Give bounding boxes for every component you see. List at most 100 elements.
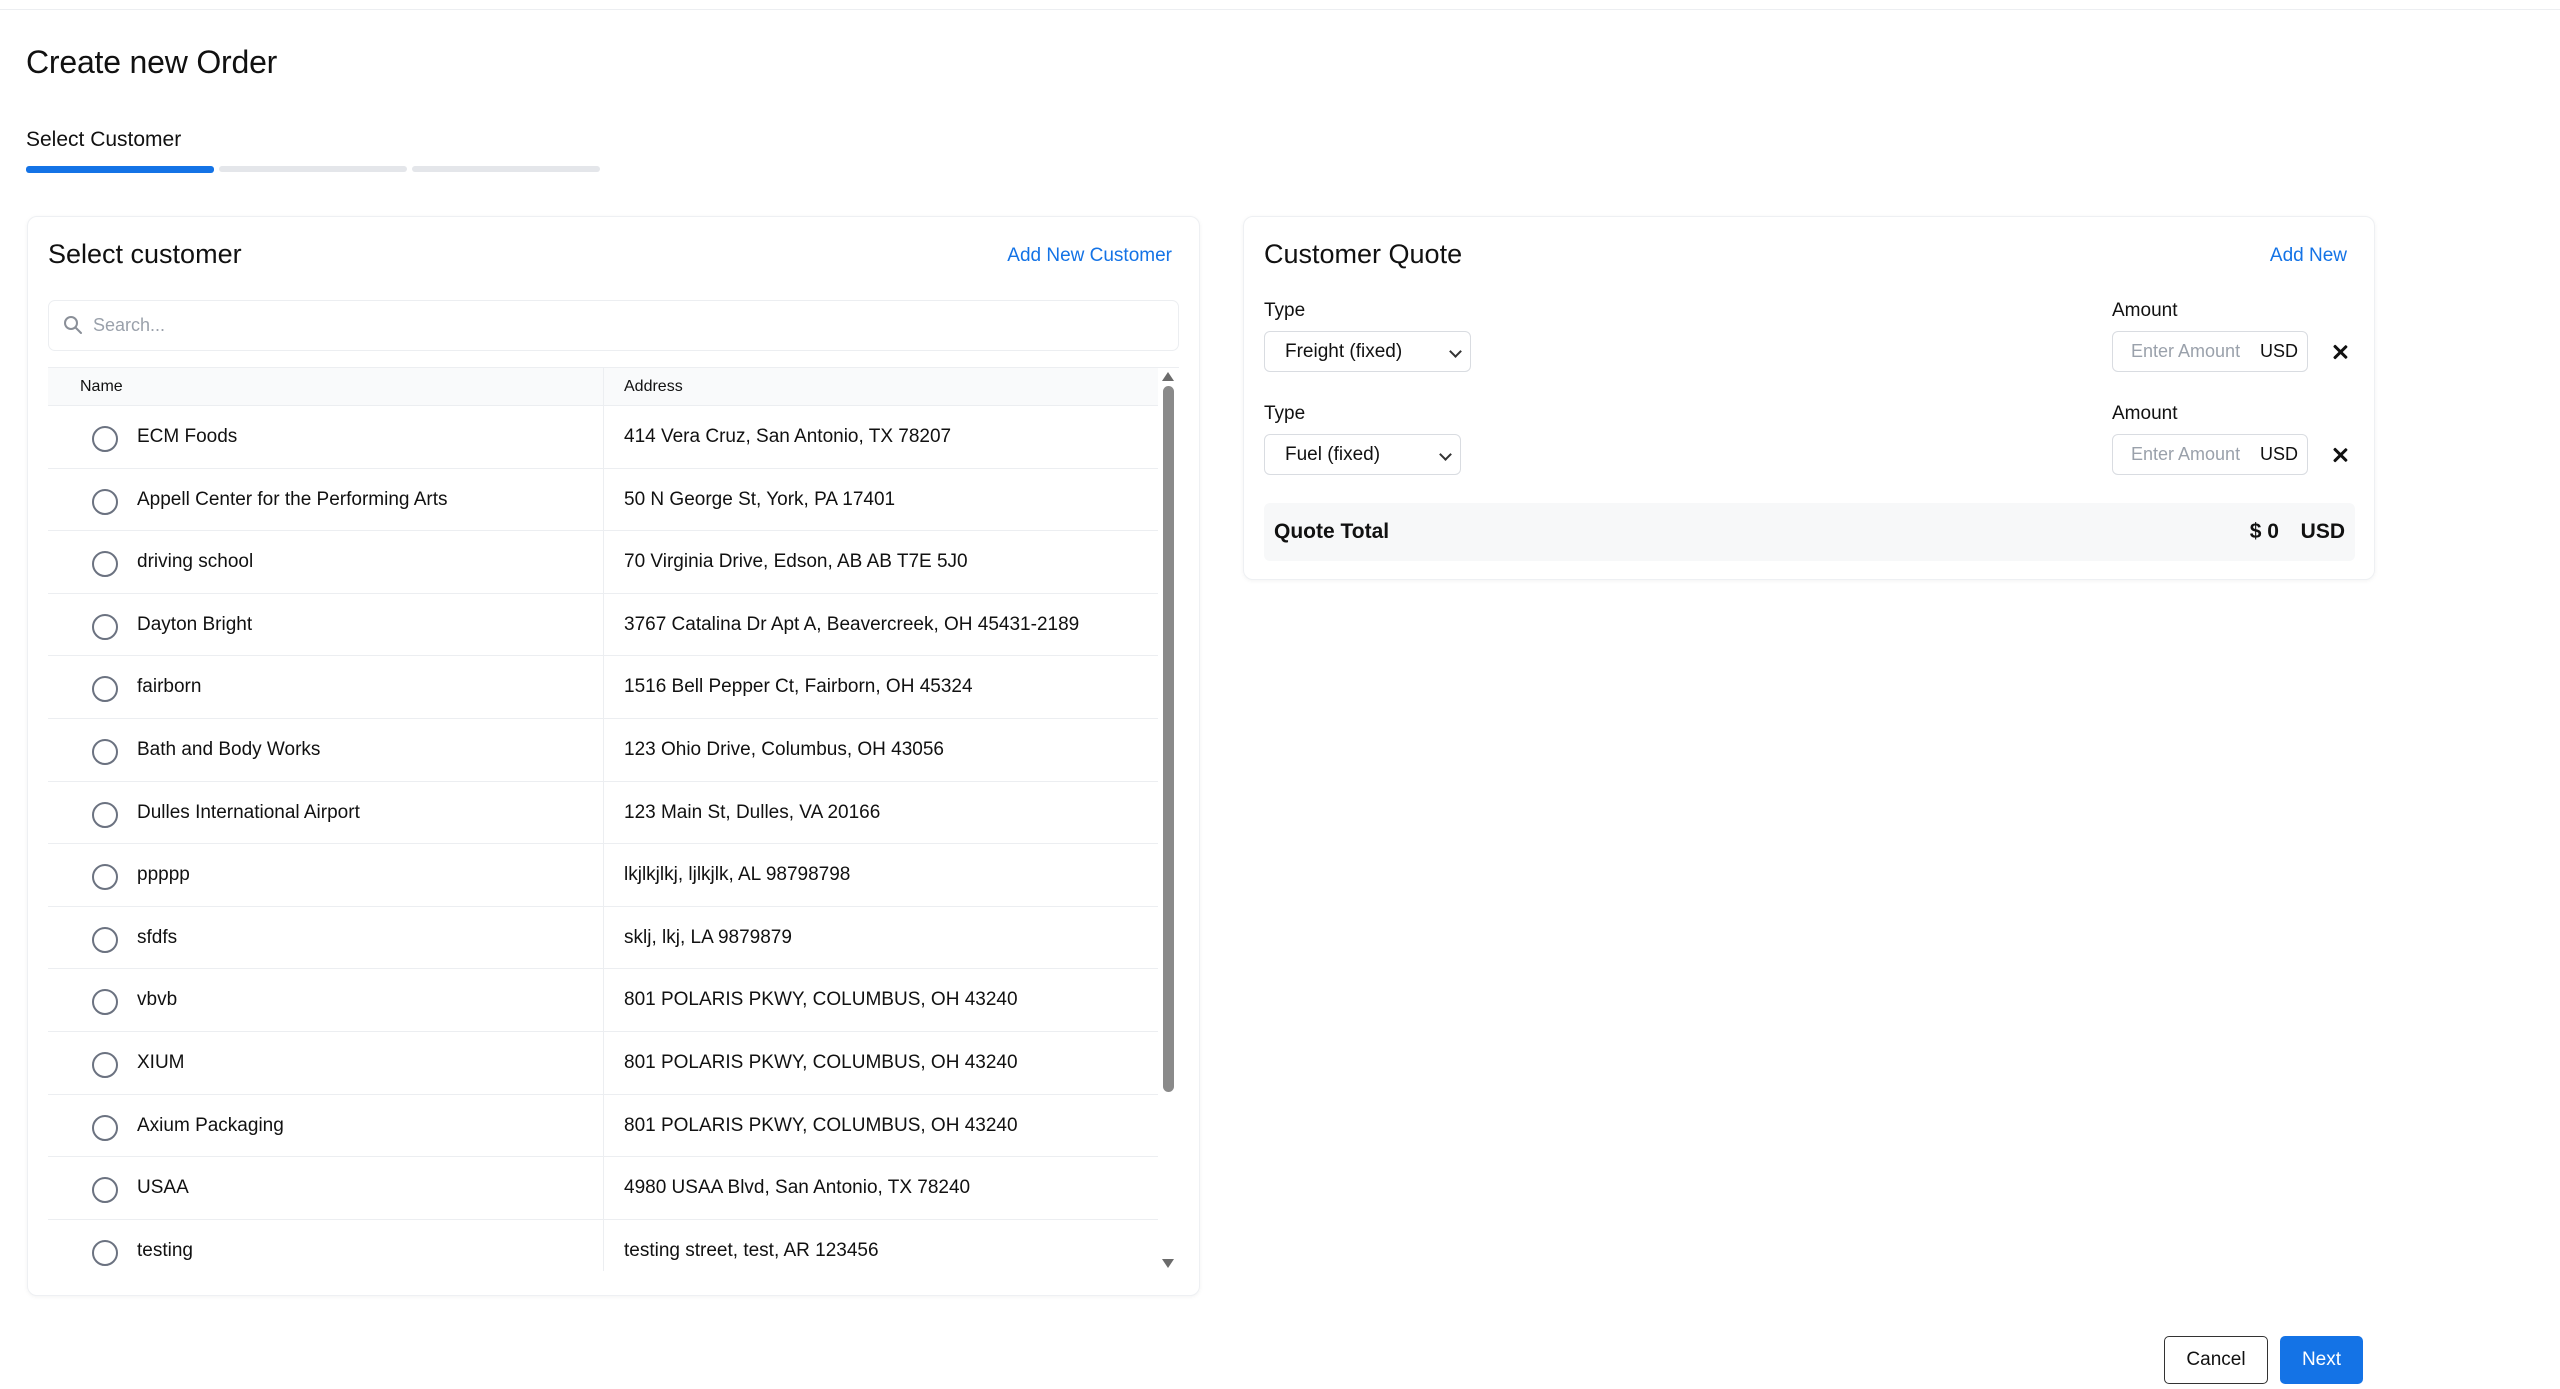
select-customer-radio[interactable] [92,864,118,891]
amount-input[interactable] [2114,436,2252,473]
remove-line-close-icon[interactable] [2329,444,2351,466]
type-label: Type [1264,403,1306,424]
type-select[interactable]: Fuel (fixed) [1264,434,1461,475]
customer-name: driving school [137,551,254,573]
add-new-quote-line-link[interactable]: Add New [2270,245,2347,267]
select-customer-radio[interactable] [92,551,118,578]
customer-name: Appell Center for the Performing Arts [137,488,448,510]
customer-panel: Select customer Add New Customer Name Ad… [27,216,1200,1296]
step-2-bar [219,166,407,172]
select-customer-radio[interactable] [92,488,118,515]
top-border [0,0,2560,10]
customer-name: fairborn [137,676,202,698]
table-row[interactable]: driving school 70 Virginia Drive, Edson, … [48,531,1158,594]
select-customer-radio[interactable] [92,676,118,703]
chevron-down-icon [1449,345,1462,358]
customer-name: USAA [137,1177,189,1199]
table-row[interactable]: Bath and Body Works 123 Ohio Drive, Colum… [48,719,1158,782]
quote-total-amount: $ 0 [2249,520,2279,543]
table-row[interactable]: ECM Foods 414 Vera Cruz, San Antonio, TX … [48,406,1158,469]
customer-name: XIUM [137,1051,185,1073]
amount-field: USD [2112,331,2308,372]
customer-name: sfdfs [137,926,178,948]
search-box [48,300,1179,351]
select-customer-radio[interactable] [92,1177,118,1204]
table-row[interactable]: Appell Center for the Performing Arts 50 … [48,469,1158,532]
table-row[interactable]: testing testing street, test, AR 123456 [48,1220,1158,1271]
select-customer-radio[interactable] [92,926,118,953]
step-1-bar [26,166,214,173]
amount-input[interactable] [2114,333,2252,370]
stepper: Select Customer [26,128,600,173]
step-label: Select Customer [26,128,182,151]
customer-address: 801 POLARIS PKWY, COLUMBUS, OH 43240 [624,989,1018,1011]
column-header-name[interactable]: Name [80,368,123,406]
scroll-up-arrow-icon[interactable] [1162,372,1174,381]
select-customer-radio[interactable] [92,989,118,1016]
column-header-address[interactable]: Address [624,368,683,406]
select-customer-radio[interactable] [92,1239,118,1266]
customer-address: 123 Main St, Dulles, VA 20166 [624,801,881,823]
customer-address: lkjlkjlkj, ljlkjlk, AL 98798798 [624,864,851,886]
table-row[interactable]: ppppp lkjlkjlkj, ljlkjlk, AL 98798798 [48,844,1158,907]
table-scrollbar[interactable] [1158,368,1179,1271]
customer-name: Dayton Bright [137,613,253,635]
select-customer-radio[interactable] [92,801,118,828]
select-customer-radio[interactable] [92,1051,118,1078]
type-label: Type [1264,300,1306,321]
search-input[interactable] [93,302,1163,349]
remove-line-close-icon[interactable] [2329,341,2351,363]
step-progress [26,166,626,174]
customer-name: ECM Foods [137,426,238,447]
customer-address: testing street, test, AR 123456 [624,1239,879,1261]
table-row[interactable]: USAA 4980 USAA Blvd, San Antonio, TX 7824… [48,1157,1158,1220]
quote-total-currency: USD [2300,520,2345,543]
table-row[interactable]: vbvb 801 POLARIS PKWY, COLUMBUS, OH 43240 [48,969,1158,1032]
customer-name: Dulles International Airport [137,801,360,823]
quote-total-bar: Quote Total $ 0 USD [1264,503,2355,561]
add-new-customer-link[interactable]: Add New Customer [1007,245,1172,267]
amount-label: Amount [2112,403,2178,424]
amount-label: Amount [2112,300,2178,321]
table-row[interactable]: Dulles International Airport 123 Main St,… [48,782,1158,845]
customer-address: 414 Vera Cruz, San Antonio, TX 78207 [624,426,952,447]
select-customer-radio[interactable] [92,613,118,640]
chevron-down-icon [1439,448,1452,461]
customer-address: sklj, lkj, LA 9879879 [624,926,792,948]
type-select[interactable]: Freight (fixed) [1264,331,1471,372]
select-customer-radio[interactable] [92,738,118,765]
customer-address: 801 POLARIS PKWY, COLUMBUS, OH 43240 [624,1051,1018,1073]
amount-currency: USD [2259,341,2298,361]
customer-address: 1516 Bell Pepper Ct, Fairborn, OH 45324 [624,676,973,698]
scroll-thumb[interactable] [1163,386,1174,1092]
customer-address: 50 N George St, York, PA 17401 [624,488,896,510]
customer-panel-title: Select customer [48,239,242,269]
select-customer-radio[interactable] [92,426,118,452]
table-row[interactable]: sfdfs sklj, lkj, LA 9879879 [48,907,1158,970]
quote-total-label: Quote Total [1274,520,1390,543]
step-3-bar [412,166,600,172]
type-select-value: Freight (fixed) [1285,341,1403,362]
customer-address: 123 Ohio Drive, Columbus, OH 43056 [624,738,944,760]
scroll-down-arrow-icon[interactable] [1162,1259,1174,1268]
customer-name: Axium Packaging [137,1114,284,1136]
search-icon [64,316,82,334]
amount-field: USD [2112,434,2308,475]
quote-panel: Customer Quote Add New Type Freight (fix… [1243,216,2375,580]
customer-table: Name Address ECM Foods 414 Vera Cruz, San… [48,367,1179,1271]
customer-address: 4980 USAA Blvd, San Antonio, TX 78240 [624,1177,971,1199]
cancel-button[interactable]: Cancel [2164,1336,2268,1384]
type-select-value: Fuel (fixed) [1285,444,1381,465]
table-row[interactable]: XIUM 801 POLARIS PKWY, COLUMBUS, OH 43240 [48,1032,1158,1095]
select-customer-radio[interactable] [92,1114,118,1141]
customer-name: vbvb [137,989,178,1011]
table-row[interactable]: Dayton Bright 3767 Catalina Dr Apt A, Bea… [48,594,1158,657]
page-title: Create new Order [26,44,278,80]
next-button[interactable]: Next [2280,1336,2363,1384]
customer-address: 3767 Catalina Dr Apt A, Beavercreek, OH … [624,613,1080,635]
table-row[interactable]: Axium Packaging 801 POLARIS PKWY, COLUMBU… [48,1095,1158,1158]
customer-rows: ECM Foods 414 Vera Cruz, San Antonio, TX … [48,406,1158,1271]
table-row[interactable]: fairborn 1516 Bell Pepper Ct, Fairborn, O… [48,656,1158,719]
amount-currency: USD [2259,444,2298,464]
customer-name: ppppp [137,864,190,886]
